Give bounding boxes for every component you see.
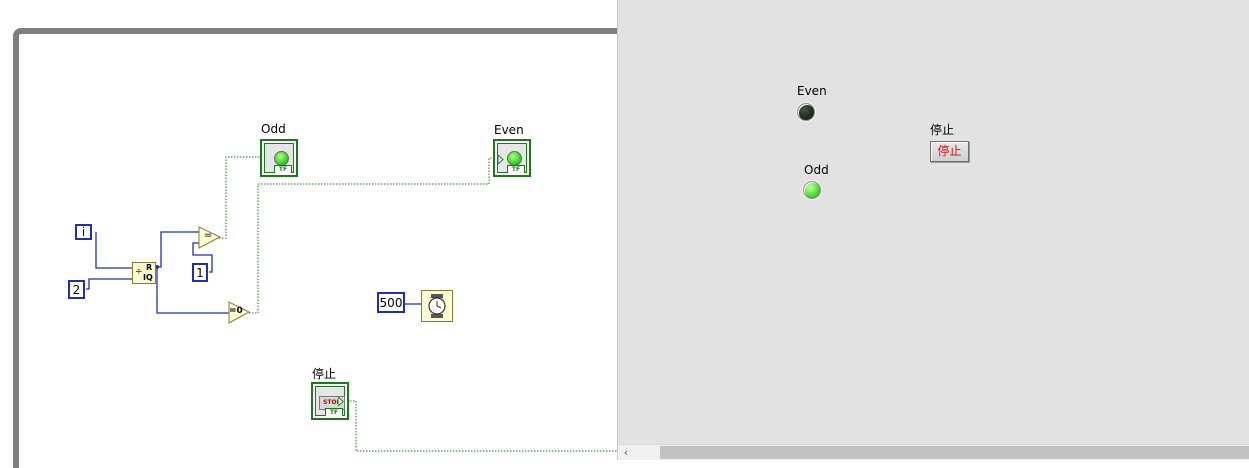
wire-even (249, 157, 495, 314)
wire-odd (219, 156, 262, 239)
even-led-label: Even (797, 84, 827, 98)
tf-tag: TF (507, 165, 525, 173)
iteration-terminal[interactable]: i (75, 224, 92, 240)
scrollbar-thumb[interactable] (660, 446, 1249, 459)
scroll-left-arrow-icon[interactable]: ‹ (618, 445, 634, 460)
wait-ms-node[interactable] (421, 290, 453, 322)
quotient-remainder-node[interactable]: ÷ R IQ (132, 262, 156, 284)
stop-control-terminal[interactable]: STOP TF (311, 382, 349, 420)
wire-iteration (95, 232, 132, 269)
equal-zero-symbol: =0 (229, 306, 243, 316)
stop-terminal-label: 停止 (312, 367, 337, 381)
wait-ms-constant[interactable]: 500 (377, 292, 405, 313)
even-terminal-label: Even (494, 123, 524, 137)
odd-led-indicator (803, 181, 821, 199)
led-icon (274, 151, 289, 166)
wait-clock-icon (428, 294, 446, 318)
divisor-constant[interactable]: 2 (68, 280, 85, 299)
tf-tag: TF (274, 165, 292, 173)
wire-divisor (86, 278, 132, 290)
output-arrow-icon (338, 397, 344, 406)
stop-button[interactable]: 停止 (930, 141, 969, 162)
tf-tag: TF (325, 408, 343, 416)
odd-indicator-terminal[interactable]: TF (260, 139, 298, 177)
even-led-indicator (797, 103, 815, 121)
front-panel: Even Odd 停止 停止 ‹ (617, 0, 1249, 460)
remainder-label: R (146, 263, 153, 272)
one-constant[interactable]: 1 (192, 263, 208, 282)
odd-led-label: Odd (804, 163, 829, 177)
even-indicator-terminal[interactable]: TF (493, 139, 531, 177)
odd-terminal-label: Odd (261, 122, 286, 136)
horizontal-scrollbar[interactable]: ‹ (618, 444, 1249, 460)
led-icon (507, 151, 522, 166)
equal-symbol: = (204, 230, 213, 241)
scrollbar-track[interactable] (634, 445, 660, 460)
divide-icon: ÷ (135, 267, 143, 277)
input-arrow-icon (498, 155, 504, 164)
stop-button-label: 停止 (930, 123, 955, 137)
wire-layer (86, 156, 617, 452)
quotient-label: IQ (143, 273, 153, 282)
wire-stop (347, 400, 617, 452)
